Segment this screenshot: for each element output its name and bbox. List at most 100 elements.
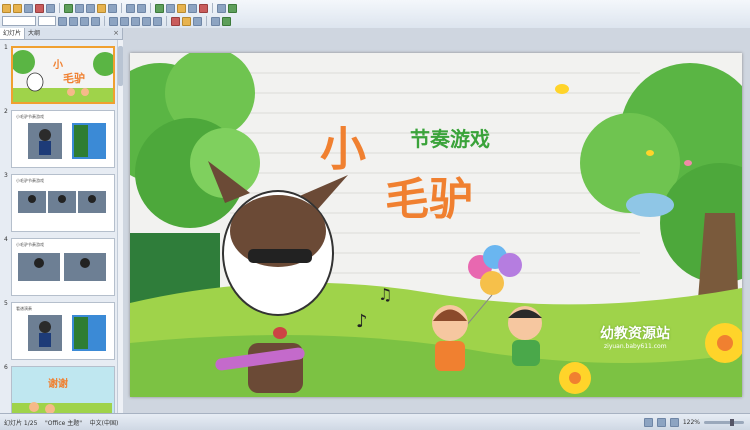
tab-slides[interactable]: 幻灯片	[0, 28, 26, 39]
toolbar-separator	[121, 3, 122, 13]
slide-title-char-3: 驴	[429, 174, 473, 225]
insert-shape-icon[interactable]	[199, 3, 208, 13]
toolbar-separator	[166, 16, 167, 26]
save-icon[interactable]	[24, 3, 33, 13]
slide-title-char-1[interactable]: 小	[320, 113, 366, 179]
align-left-icon[interactable]	[109, 16, 118, 26]
underline-icon[interactable]	[80, 16, 89, 26]
thumbnail-image: 小毛驴节奏游戏	[11, 238, 115, 296]
slide-number: 6	[4, 364, 8, 371]
thumbnail-title: 小毛驴节奏游戏	[16, 114, 44, 119]
fill-color-icon[interactable]	[182, 16, 191, 26]
toolbar-row-2	[2, 15, 231, 27]
slides-pane: 幻灯片 大纲 × 1 小 毛驴 2 小毛驴节奏游戏 3 小毛驴节奏游戏 4 小毛…	[0, 28, 123, 413]
open-folder-icon[interactable]	[13, 3, 22, 13]
slide-thumbnail-6[interactable]: 6 谢谢	[2, 364, 116, 413]
toolbar-separator	[59, 3, 60, 13]
slide-number: 1	[4, 44, 8, 51]
numbering-icon[interactable]	[153, 16, 162, 26]
current-slide[interactable]: 节奏游戏 小 毛 驴 ♪ ♫ 幼教资源站 ziyuan.baby611.com	[130, 53, 742, 397]
tab-outline[interactable]: 大纲	[25, 28, 43, 39]
thumbnail-image: 小毛驴节奏游戏	[11, 110, 115, 168]
pane-tabs: 幻灯片 大纲 ×	[0, 28, 122, 40]
music-note: ♫	[378, 285, 393, 304]
bold-icon[interactable]	[58, 16, 67, 26]
zoom-slider-knob[interactable]	[730, 419, 734, 426]
shadow-icon[interactable]	[91, 16, 100, 26]
svg-text:毛驴: 毛驴	[63, 71, 85, 85]
thumbnail-title: 小毛驴节奏游戏	[16, 178, 44, 183]
thumbnail-art: 小 毛驴	[13, 48, 113, 102]
thumbnail-image: 小毛驴节奏游戏	[11, 174, 115, 232]
slide-thumbnail-1[interactable]: 1 小 毛驴	[2, 44, 116, 106]
slide-thumbnail-3[interactable]: 3 小毛驴节奏游戏	[2, 172, 116, 234]
slide-number: 3	[4, 172, 8, 179]
slide-number: 5	[4, 300, 8, 307]
zoom-level[interactable]: 122%	[683, 419, 700, 426]
line-color-icon[interactable]	[193, 16, 202, 26]
format-painter-icon[interactable]	[108, 3, 117, 13]
insert-textbox-icon[interactable]	[188, 3, 197, 13]
status-bar: 幻灯片 1/25 "Office 主题" 中文(中国) 122%	[0, 413, 750, 430]
slide-thumbnail-4[interactable]: 4 小毛驴节奏游戏	[2, 236, 116, 298]
paste-icon[interactable]	[97, 3, 106, 13]
music-note: ♪	[356, 311, 368, 332]
slide-title-char-2: 毛	[385, 174, 429, 225]
thumbnail-image: 看谱演奏	[11, 302, 115, 360]
slide-title-small[interactable]: 节奏游戏	[410, 123, 490, 152]
slide-thumbnail-5[interactable]: 5 看谱演奏	[2, 300, 116, 362]
brand-logo: 幼教资源站	[600, 326, 670, 342]
redo-icon[interactable]	[137, 3, 146, 13]
toolbar-separator	[212, 3, 213, 13]
slide-counter: 幻灯片 1/25	[4, 420, 38, 427]
copy-icon[interactable]	[86, 3, 95, 13]
cut-icon[interactable]	[75, 3, 84, 13]
slide-editor: 节奏游戏 小 毛 驴 ♪ ♫ 幼教资源站 ziyuan.baby611.com	[123, 28, 750, 413]
insert-picture-icon[interactable]	[177, 3, 186, 13]
toolbar-separator	[206, 16, 207, 26]
undo-icon[interactable]	[126, 3, 135, 13]
toolbar-separator	[104, 16, 105, 26]
font-color-icon[interactable]	[171, 16, 180, 26]
slideshow-icon[interactable]	[669, 418, 679, 427]
status-right: 122%	[643, 418, 744, 427]
thumbnail-image: 谢谢	[11, 366, 115, 413]
thumbnail-art	[12, 367, 112, 413]
zoom-slider[interactable]	[704, 419, 744, 426]
new-slide-icon[interactable]	[222, 16, 231, 26]
insert-chart-icon[interactable]	[155, 3, 164, 13]
align-center-icon[interactable]	[120, 16, 129, 26]
svg-text:小: 小	[52, 58, 63, 71]
zoom-icon[interactable]	[217, 3, 226, 13]
slide-title-chars-2-3[interactable]: 毛 驴	[385, 163, 473, 227]
status-left: 幻灯片 1/25 "Office 主题" 中文(中国)	[4, 418, 118, 427]
new-file-icon[interactable]	[2, 3, 11, 13]
thumbnail-title: 谢谢	[48, 379, 68, 390]
print-preview-icon[interactable]	[46, 3, 55, 13]
help-icon[interactable]	[228, 3, 237, 13]
close-pane-icon[interactable]: ×	[113, 29, 119, 37]
spellcheck-icon[interactable]	[64, 3, 73, 13]
thumbnail-title: 看谱演奏	[16, 306, 32, 311]
slide-number: 2	[4, 108, 8, 115]
print-icon[interactable]	[35, 3, 44, 13]
theme-name: "Office 主题"	[45, 420, 82, 427]
insert-table-icon[interactable]	[166, 3, 175, 13]
toolbar-separator	[150, 3, 151, 13]
sorter-view-icon[interactable]	[656, 418, 666, 427]
align-right-icon[interactable]	[131, 16, 140, 26]
thumbnail-title: 小毛驴节奏游戏	[16, 242, 44, 247]
design-icon[interactable]	[211, 16, 220, 26]
font-size-combo[interactable]	[38, 16, 56, 26]
slide-thumbnail-2[interactable]: 2 小毛驴节奏游戏	[2, 108, 116, 170]
font-family-combo[interactable]	[2, 16, 36, 26]
brand-url: ziyuan.baby611.com	[604, 343, 667, 350]
toolbar-row-1	[2, 2, 237, 14]
slides-list: 1 小 毛驴 2 小毛驴节奏游戏 3 小毛驴节奏游戏 4 小毛驴节奏游戏 5 看…	[0, 40, 122, 413]
italic-icon[interactable]	[69, 16, 78, 26]
normal-view-icon[interactable]	[643, 418, 653, 427]
bullets-icon[interactable]	[142, 16, 151, 26]
toolbar	[0, 0, 750, 29]
slide-number: 4	[4, 236, 8, 243]
language: 中文(中国)	[89, 420, 119, 427]
